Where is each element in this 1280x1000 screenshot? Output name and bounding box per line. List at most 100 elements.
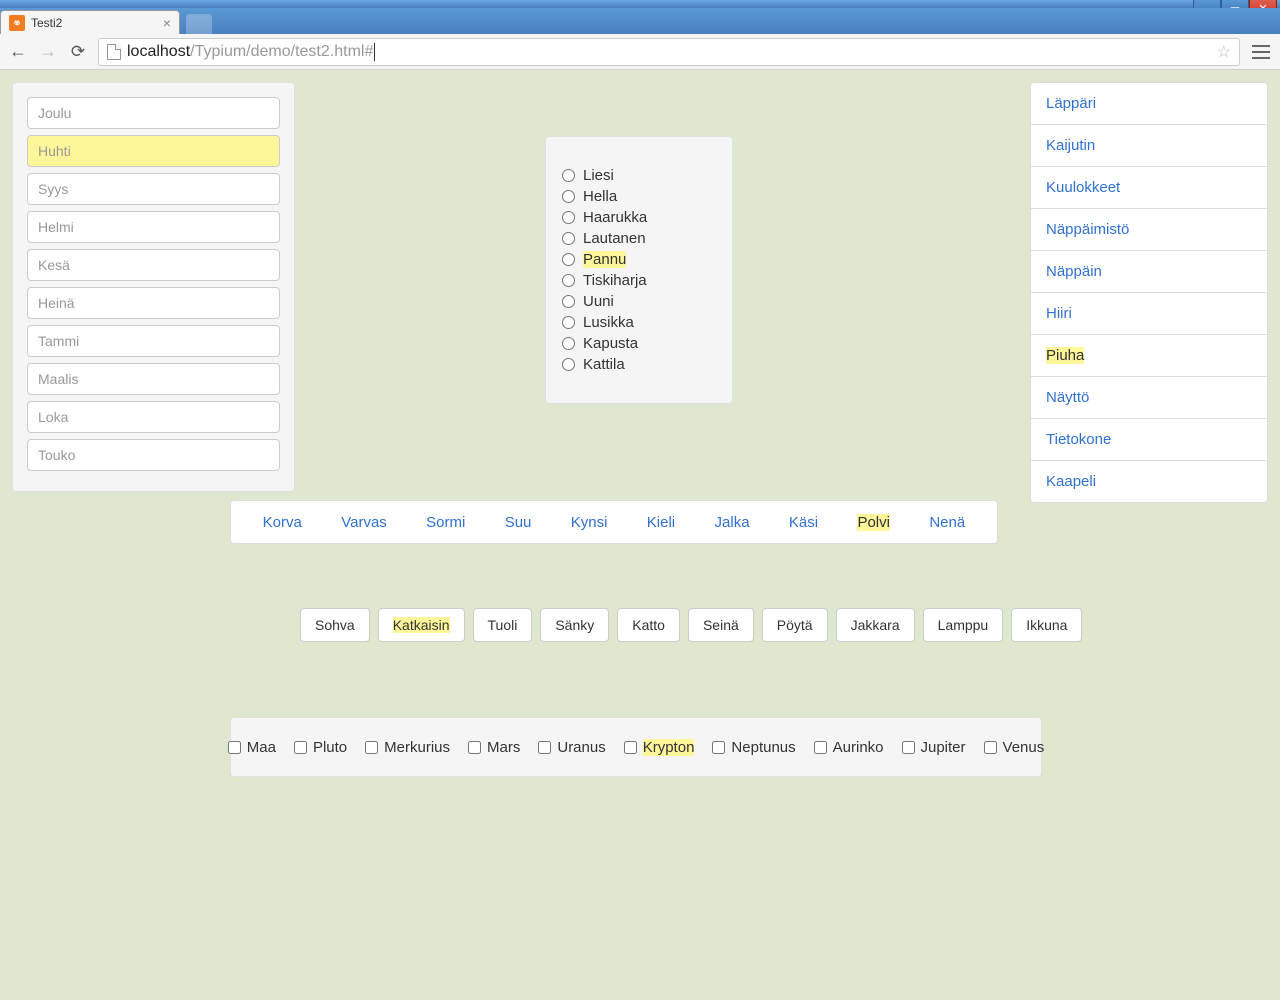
checkbox-input[interactable] bbox=[712, 741, 725, 754]
nav-link[interactable]: Kynsi bbox=[571, 514, 608, 531]
button-label: Ikkuna bbox=[1026, 617, 1067, 633]
link-label: Kaapeli bbox=[1046, 473, 1096, 490]
checkbox-input[interactable] bbox=[538, 741, 551, 754]
radio-option[interactable]: Pannu bbox=[562, 251, 716, 268]
month-input[interactable]: Syys bbox=[27, 173, 280, 205]
nav-link[interactable]: Kieli bbox=[647, 514, 675, 531]
checkbox-input[interactable] bbox=[365, 741, 378, 754]
checkbox-input[interactable] bbox=[468, 741, 481, 754]
sidebar-link[interactable]: Kaapeli bbox=[1031, 461, 1267, 502]
planet-checkbox[interactable]: Jupiter bbox=[902, 739, 966, 756]
sidebar-link[interactable]: Hiiri bbox=[1031, 293, 1267, 335]
radio-label: Kattila bbox=[583, 356, 625, 373]
planet-checkbox[interactable]: Krypton bbox=[624, 739, 695, 756]
furniture-button[interactable]: Lamppu bbox=[923, 608, 1004, 642]
tab-strip: ෂ Testi2 × bbox=[0, 8, 1280, 34]
furniture-button[interactable]: Katto bbox=[617, 608, 680, 642]
browser-tab[interactable]: ෂ Testi2 × bbox=[0, 10, 180, 34]
furniture-button[interactable]: Ikkuna bbox=[1011, 608, 1082, 642]
new-tab-button[interactable] bbox=[186, 14, 212, 34]
radio-option[interactable]: Haarukka bbox=[562, 209, 716, 226]
radio-option[interactable]: Liesi bbox=[562, 167, 716, 184]
sidebar-link[interactable]: Piuha bbox=[1031, 335, 1267, 377]
radio-input[interactable] bbox=[562, 358, 575, 371]
furniture-button[interactable]: Katkaisin bbox=[378, 608, 465, 642]
nav-link[interactable]: Jalka bbox=[715, 514, 750, 531]
nav-link[interactable]: Sormi bbox=[426, 514, 465, 531]
sidebar-link[interactable]: Kuulokkeet bbox=[1031, 167, 1267, 209]
link-label: Näppäin bbox=[1046, 263, 1102, 280]
radio-option[interactable]: Tiskiharja bbox=[562, 272, 716, 289]
checkbox-input[interactable] bbox=[294, 741, 307, 754]
checkbox-input[interactable] bbox=[814, 741, 827, 754]
url-path: /Typium/demo/test2.html# bbox=[190, 43, 373, 61]
furniture-button[interactable]: Tuoli bbox=[473, 608, 533, 642]
sidebar-link[interactable]: Tietokone bbox=[1031, 419, 1267, 461]
radio-input[interactable] bbox=[562, 169, 575, 182]
month-input[interactable]: Maalis bbox=[27, 363, 280, 395]
furniture-button[interactable]: Seinä bbox=[688, 608, 754, 642]
furniture-button[interactable]: Jakkara bbox=[836, 608, 915, 642]
sidebar-link[interactable]: Näppäin bbox=[1031, 251, 1267, 293]
button-label: Tuoli bbox=[488, 617, 518, 633]
nav-link[interactable]: Korva bbox=[263, 514, 302, 531]
planet-checkbox[interactable]: Uranus bbox=[538, 739, 605, 756]
planet-checkbox[interactable]: Venus bbox=[984, 739, 1045, 756]
radio-option[interactable]: Hella bbox=[562, 188, 716, 205]
reload-button[interactable]: ⟳ bbox=[68, 42, 88, 62]
furniture-button[interactable]: Sohva bbox=[300, 608, 370, 642]
month-input[interactable]: Touko bbox=[27, 439, 280, 471]
placeholder-text: Joulu bbox=[38, 105, 71, 121]
sidebar-link[interactable]: Näyttö bbox=[1031, 377, 1267, 419]
planet-checkbox[interactable]: Merkurius bbox=[365, 739, 450, 756]
planet-checkbox[interactable]: Pluto bbox=[294, 739, 347, 756]
radio-option[interactable]: Lusikka bbox=[562, 314, 716, 331]
checkbox-input[interactable] bbox=[228, 741, 241, 754]
planet-checkbox[interactable]: Mars bbox=[468, 739, 520, 756]
radio-option[interactable]: Kapusta bbox=[562, 335, 716, 352]
nav-link[interactable]: Varvas bbox=[341, 514, 387, 531]
nav-link[interactable]: Suu bbox=[505, 514, 532, 531]
planet-checkbox[interactable]: Neptunus bbox=[712, 739, 795, 756]
radio-input[interactable] bbox=[562, 232, 575, 245]
tab-close-icon[interactable]: × bbox=[163, 15, 171, 31]
radio-option[interactable]: Kattila bbox=[562, 356, 716, 373]
radio-input[interactable] bbox=[562, 211, 575, 224]
checkbox-input[interactable] bbox=[984, 741, 997, 754]
furniture-button[interactable]: Pöytä bbox=[762, 608, 828, 642]
planet-checkbox[interactable]: Maa bbox=[228, 739, 276, 756]
back-button[interactable]: ← bbox=[8, 42, 28, 62]
sidebar-link[interactable]: Kaijutin bbox=[1031, 125, 1267, 167]
checkbox-input[interactable] bbox=[624, 741, 637, 754]
radio-input[interactable] bbox=[562, 190, 575, 203]
month-input[interactable]: Joulu bbox=[27, 97, 280, 129]
radio-input[interactable] bbox=[562, 253, 575, 266]
month-input[interactable]: Kesä bbox=[27, 249, 280, 281]
month-input[interactable]: Helmi bbox=[27, 211, 280, 243]
placeholder-text: Helmi bbox=[38, 219, 74, 235]
sidebar-link[interactable]: Näppäimistö bbox=[1031, 209, 1267, 251]
checkbox-label: Pluto bbox=[313, 739, 347, 756]
planet-checkbox[interactable]: Aurinko bbox=[814, 739, 884, 756]
radio-input[interactable] bbox=[562, 316, 575, 329]
radio-option[interactable]: Lautanen bbox=[562, 230, 716, 247]
radio-input[interactable] bbox=[562, 274, 575, 287]
address-bar[interactable]: localhost/Typium/demo/test2.html# ☆ bbox=[98, 38, 1240, 66]
month-input[interactable]: Huhti bbox=[27, 135, 280, 167]
month-input[interactable]: Loka bbox=[27, 401, 280, 433]
sidebar-link[interactable]: Läppäri bbox=[1031, 83, 1267, 125]
furniture-button[interactable]: Sänky bbox=[540, 608, 609, 642]
radio-input[interactable] bbox=[562, 295, 575, 308]
nav-link[interactable]: Polvi bbox=[857, 514, 890, 531]
menu-button[interactable] bbox=[1250, 42, 1272, 62]
forward-button[interactable]: → bbox=[38, 42, 58, 62]
radio-option[interactable]: Uuni bbox=[562, 293, 716, 310]
nav-link[interactable]: Käsi bbox=[789, 514, 818, 531]
checkbox-input[interactable] bbox=[902, 741, 915, 754]
month-input[interactable]: Tammi bbox=[27, 325, 280, 357]
nav-link[interactable]: Nenä bbox=[929, 514, 965, 531]
radio-label: Lusikka bbox=[583, 314, 634, 331]
radio-input[interactable] bbox=[562, 337, 575, 350]
month-input[interactable]: Heinä bbox=[27, 287, 280, 319]
bookmark-star-icon[interactable]: ☆ bbox=[1217, 42, 1231, 62]
